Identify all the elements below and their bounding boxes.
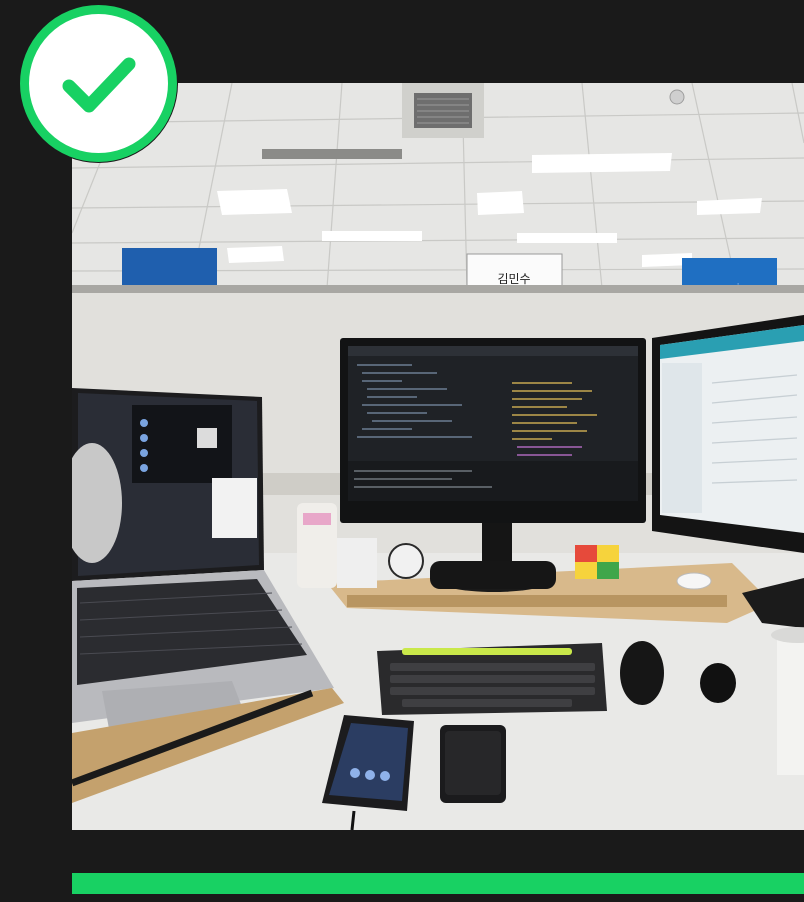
desk-setup-photo: saramin 김민수 [72,83,804,830]
accent-bar [72,873,804,894]
desk-nameplate: 김민수 [497,272,530,286]
checkmark-badge [20,5,177,162]
checkmark-icon [62,57,135,112]
